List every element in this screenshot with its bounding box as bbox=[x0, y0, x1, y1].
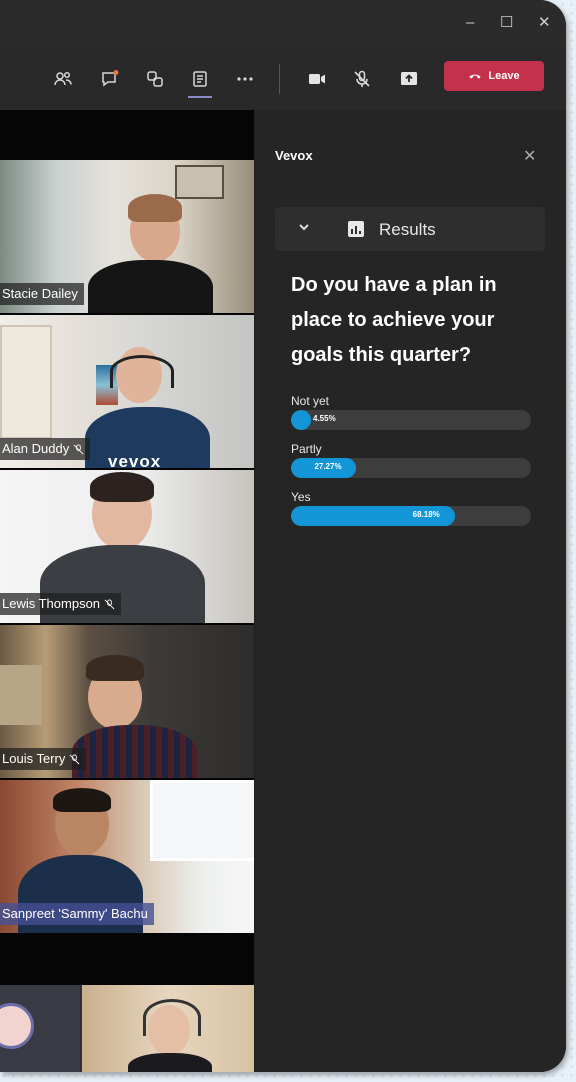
participant-name-tag: Alan Duddy bbox=[0, 438, 91, 460]
option-track: 68.18% bbox=[291, 506, 531, 526]
option-label: Yes bbox=[291, 490, 311, 504]
video-stage: Stacie Dailey vevox Alan Duddy Lewis Tho… bbox=[0, 110, 254, 1072]
option-track: 27.27% bbox=[291, 458, 531, 478]
people-icon[interactable] bbox=[51, 67, 75, 91]
option-label: Not yet bbox=[291, 394, 330, 408]
mic-off-icon[interactable] bbox=[350, 67, 374, 91]
participant-name: Stacie Dailey bbox=[2, 286, 78, 301]
poll-question: Do you have a plan in place to achieve y… bbox=[291, 274, 497, 366]
reactions-icon[interactable] bbox=[143, 67, 167, 91]
option-track: 4.55% bbox=[291, 410, 531, 430]
participant-name: Lewis Thompson bbox=[2, 596, 101, 611]
participant-name-tag: Sanpreet 'Sammy' Bachu bbox=[0, 903, 154, 925]
more-icon[interactable] bbox=[233, 67, 257, 91]
participant-name: Louis Terry bbox=[2, 751, 66, 766]
participant-name-tag: Lewis Thompson bbox=[0, 593, 122, 615]
phone-hangup-icon bbox=[469, 74, 481, 79]
title-bar: – ☐ ✕ bbox=[0, 0, 566, 50]
minimize-button[interactable]: – bbox=[466, 14, 474, 32]
video-tile-louis-terry[interactable]: Louis Terry bbox=[0, 625, 254, 778]
panel-title: Vevox bbox=[275, 148, 313, 163]
close-icon[interactable]: ✕ bbox=[523, 146, 536, 166]
chevron-down-icon bbox=[299, 224, 309, 231]
video-tile-sanpreet-bachu[interactable]: Sanpreet 'Sammy' Bachu bbox=[0, 780, 254, 933]
option-percent: 27.27% bbox=[314, 462, 342, 471]
maximize-button[interactable]: ☐ bbox=[500, 14, 513, 32]
participant-name-tag: Stacie Dailey bbox=[0, 283, 84, 305]
camera-icon[interactable] bbox=[305, 67, 329, 91]
bar-chart-icon bbox=[348, 221, 364, 237]
option-percent: 68.18% bbox=[412, 510, 440, 519]
participant-name: Alan Duddy bbox=[2, 441, 70, 456]
share-icon[interactable] bbox=[397, 67, 421, 91]
results-dropdown[interactable]: Results bbox=[275, 207, 545, 251]
vevox-panel: Vevox ✕ Results Do you have a plan in pl… bbox=[255, 110, 566, 1072]
apps-active-indicator bbox=[188, 96, 212, 98]
mic-muted-icon bbox=[104, 598, 115, 609]
teams-meeting-window: – ☐ ✕ Leave Stacie Dailey vevox Alan Dud… bbox=[0, 0, 566, 1072]
video-tile-stacie-dailey[interactable]: Stacie Dailey bbox=[0, 160, 254, 313]
participant-name-tag: Louis Terry bbox=[0, 748, 87, 770]
leave-button[interactable]: Leave bbox=[444, 61, 544, 91]
participant-name: Sanpreet 'Sammy' Bachu bbox=[2, 906, 148, 921]
leave-label: Leave bbox=[488, 70, 520, 82]
poll-option-partly: Partly 27.27% bbox=[291, 442, 531, 478]
option-bar bbox=[291, 410, 311, 430]
video-tile-alan-duddy[interactable]: vevox Alan Duddy bbox=[0, 315, 254, 468]
vevox-shirt-logo: vevox bbox=[108, 452, 162, 468]
close-window-button[interactable]: ✕ bbox=[538, 14, 551, 32]
option-percent: 4.55% bbox=[313, 414, 336, 423]
mic-muted-icon bbox=[73, 443, 84, 454]
chat-icon[interactable] bbox=[98, 67, 122, 91]
option-label: Partly bbox=[291, 442, 322, 456]
apps-icon[interactable] bbox=[188, 67, 212, 91]
video-tile-extra[interactable] bbox=[0, 985, 254, 1072]
mic-muted-icon bbox=[69, 753, 80, 764]
toolbar-divider bbox=[279, 64, 280, 94]
poll-option-not-yet: Not yet 4.55% bbox=[291, 394, 531, 430]
poll-option-yes: Yes 68.18% bbox=[291, 490, 531, 526]
results-label: Results bbox=[379, 220, 436, 239]
video-tile-lewis-thompson[interactable]: Lewis Thompson bbox=[0, 470, 254, 623]
